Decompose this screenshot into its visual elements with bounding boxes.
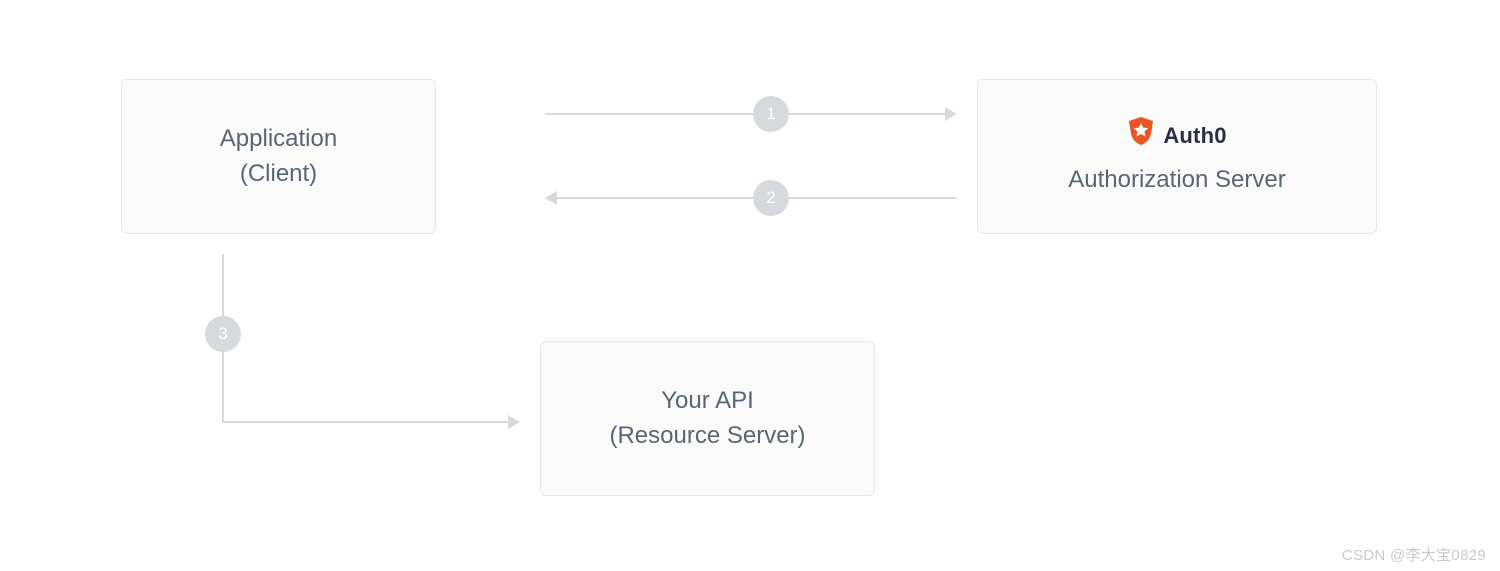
arrow-3-head-icon (508, 415, 520, 429)
node-your-api: Your API (Resource Server) (540, 341, 875, 496)
arrow-1-head-icon (945, 107, 957, 121)
step-badge-3-label: 3 (218, 324, 227, 344)
step-badge-2: 2 (753, 180, 789, 216)
arrow-2-head-icon (545, 191, 557, 205)
node-authorization-server: Auth0 Authorization Server (977, 79, 1377, 234)
node-api-line1: Your API (661, 384, 754, 419)
auth0-logo-row: Auth0 (1127, 116, 1226, 157)
arrow-1-line (545, 113, 945, 115)
auth0-brand-text: Auth0 (1163, 120, 1226, 152)
step-badge-1-label: 1 (766, 104, 775, 124)
arrow-3-horizontal (222, 421, 508, 423)
step-badge-2-label: 2 (766, 188, 775, 208)
step-badge-3: 3 (205, 316, 241, 352)
node-client-line1: Application (220, 122, 337, 157)
watermark-text: CSDN @李大宝0829 (1342, 544, 1486, 565)
step-badge-1: 1 (753, 96, 789, 132)
node-application-client: Application (Client) (121, 79, 436, 234)
node-client-line2: (Client) (240, 157, 317, 192)
node-authserver-line2: Authorization Server (1068, 163, 1285, 198)
node-api-line2: (Resource Server) (609, 419, 805, 454)
auth0-shield-icon (1127, 116, 1155, 157)
